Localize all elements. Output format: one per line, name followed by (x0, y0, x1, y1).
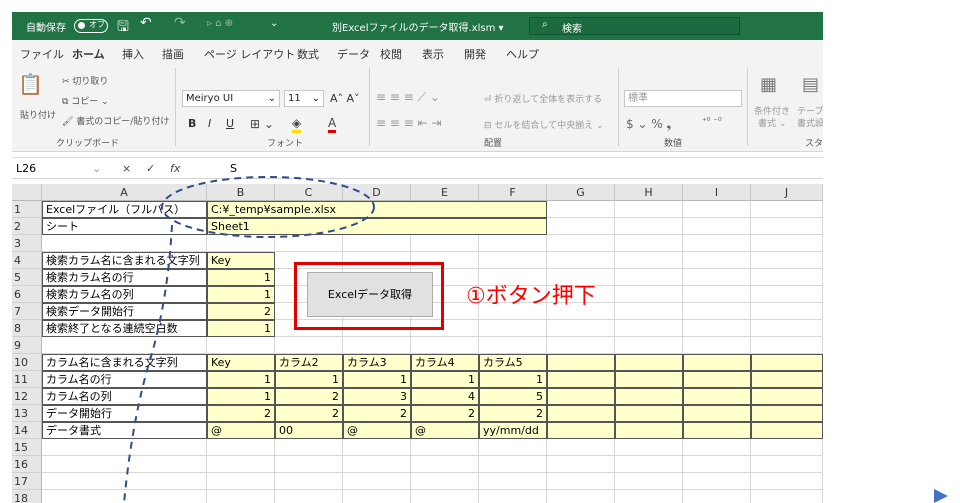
path-highlight-ellipse (161, 176, 375, 238)
next-slide-arrow-icon[interactable] (934, 489, 948, 503)
dashed-annotation-overlay (123, 176, 375, 503)
dashed-connector-line (123, 224, 173, 503)
